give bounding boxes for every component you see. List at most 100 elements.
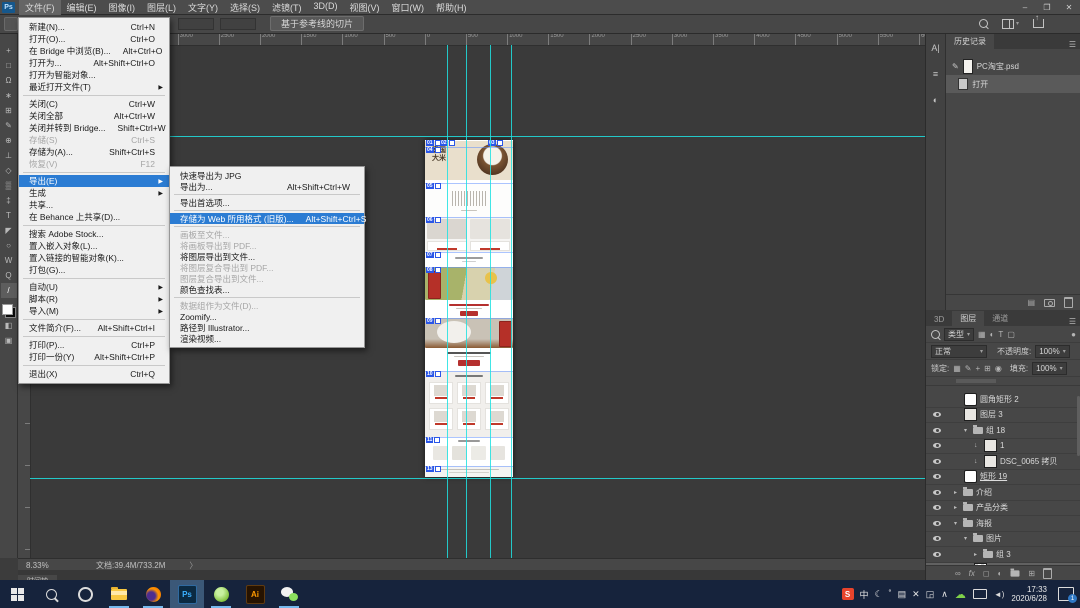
filter-toggle-icon[interactable]: ● xyxy=(1071,330,1076,339)
workspace-icon[interactable] xyxy=(1002,19,1014,29)
visibility-cell[interactable] xyxy=(930,443,944,448)
menu-item[interactable]: 导出(E)▶ xyxy=(19,175,169,187)
visibility-cell[interactable] xyxy=(930,412,944,417)
layer-thumbnail[interactable] xyxy=(984,439,997,452)
eye-icon[interactable] xyxy=(933,490,941,495)
eye-icon[interactable] xyxy=(933,459,941,464)
history-brush-icon[interactable]: ✎ xyxy=(952,62,959,71)
expand-arrow-icon[interactable]: ▾ xyxy=(964,427,970,434)
menu-item[interactable]: 打印(P)...Ctrl+P xyxy=(19,339,169,351)
move-tool[interactable]: + xyxy=(1,43,17,58)
sogou-icon[interactable]: S xyxy=(842,588,854,600)
menubar-item[interactable]: 文字(Y) xyxy=(182,0,224,15)
adjustment-layer-icon[interactable]: ◐ xyxy=(998,569,1003,578)
cloud-sync-icon[interactable]: ☁ xyxy=(955,588,966,601)
layer-mask-icon[interactable]: ◻ xyxy=(983,569,990,578)
wechat-icon[interactable] xyxy=(272,580,306,608)
menu-item[interactable]: 新建(N)...Ctrl+N xyxy=(19,21,169,33)
layer-row[interactable]: ▾组 18 xyxy=(926,423,1080,439)
menubar-item[interactable]: 滤镜(T) xyxy=(266,0,308,15)
layer-row[interactable]: ↓1 xyxy=(926,439,1080,455)
menu-item[interactable]: 存储为(A)...Shift+Ctrl+S xyxy=(19,146,169,158)
menu-item[interactable]: 关闭(C)Ctrl+W xyxy=(19,98,169,110)
visibility-cell[interactable] xyxy=(930,521,944,526)
menu-item[interactable]: 导出为...Alt+Shift+Ctrl+W xyxy=(170,181,364,192)
visibility-cell[interactable] xyxy=(930,474,944,479)
close-button[interactable]: ✕ xyxy=(1058,3,1080,12)
menu-item[interactable]: 置入链接的智能对象(K)... xyxy=(19,252,169,264)
visibility-cell[interactable] xyxy=(930,505,944,510)
menu-item[interactable]: 导入(M)▶ xyxy=(19,305,169,317)
menu-item[interactable]: 导出首选项... xyxy=(170,197,364,208)
fill-select[interactable]: 100%▾ xyxy=(1032,362,1066,375)
menu-item[interactable]: 搜索 Adobe Stock... xyxy=(19,228,169,240)
layer-row[interactable]: ▾图片 xyxy=(926,532,1080,548)
visibility-cell[interactable] xyxy=(930,536,944,541)
tool-icon[interactable]: ✕ xyxy=(912,589,920,600)
eye-icon[interactable] xyxy=(933,474,941,479)
expand-arrow-icon[interactable]: ▾ xyxy=(964,535,970,542)
filter-pixel-icon[interactable]: ▦ xyxy=(978,330,986,339)
guide-vertical[interactable] xyxy=(466,45,467,558)
guide-vertical[interactable] xyxy=(511,45,512,558)
network-icon[interactable] xyxy=(973,589,987,599)
zoom-tool[interactable]: Q xyxy=(1,268,17,283)
brush-tool[interactable]: ✎ xyxy=(1,118,17,133)
night-mode-icon[interactable]: ☾ xyxy=(875,589,883,600)
layer-row[interactable]: ▸产品分类 xyxy=(926,501,1080,517)
layer-row[interactable]: ▸介绍 xyxy=(926,485,1080,501)
type-tool[interactable]: T xyxy=(1,208,17,223)
menu-item[interactable]: 颜色查找表... xyxy=(170,284,364,295)
browser-360-icon[interactable] xyxy=(204,580,238,608)
expand-arrow-icon[interactable]: ▾ xyxy=(954,520,960,527)
layer-row[interactable]: 图层 3 xyxy=(926,408,1080,424)
notification-center-icon[interactable]: 1 xyxy=(1058,587,1074,601)
visibility-cell[interactable] xyxy=(930,459,944,464)
menu-item[interactable]: 将图层导出到文件... xyxy=(170,251,364,262)
filter-adjustment-icon[interactable]: ◐ xyxy=(990,330,995,339)
lock-transparent-icon[interactable]: ▦ xyxy=(953,364,961,373)
shape-thumbnail[interactable] xyxy=(964,393,977,406)
menubar-item[interactable]: 窗口(W) xyxy=(386,0,431,15)
menu-item[interactable]: 置入嵌入对象(L)... xyxy=(19,240,169,252)
slice-badge[interactable]: 10 xyxy=(426,371,441,377)
minimize-button[interactable]: – xyxy=(1014,3,1036,12)
status-chevron-icon[interactable]: 〉 xyxy=(189,560,197,571)
edit-icon[interactable]: ◲ xyxy=(926,589,935,600)
visibility-cell[interactable] xyxy=(930,428,944,433)
guide-vertical[interactable] xyxy=(447,45,448,558)
foreground-color-swatch[interactable] xyxy=(2,304,13,315)
visibility-cell[interactable] xyxy=(930,490,944,495)
path-select-tool[interactable]: ◤ xyxy=(1,223,17,238)
layer-style-icon[interactable]: fx xyxy=(969,569,975,578)
delete-state-icon[interactable] xyxy=(1064,297,1073,308)
eye-icon[interactable] xyxy=(933,443,941,448)
layer-row[interactable]: ↓DSC_0065 拷贝 xyxy=(926,454,1080,470)
menu-item[interactable]: 打包(G)... xyxy=(19,264,169,276)
menu-item[interactable]: 关闭并转到 Bridge...Shift+Ctrl+W xyxy=(19,122,169,134)
slices-from-guides-button[interactable]: 基于参考线的切片 xyxy=(270,16,364,31)
lasso-tool[interactable]: Ω xyxy=(1,73,17,88)
delete-layer-icon[interactable] xyxy=(1043,568,1052,579)
eye-icon[interactable] xyxy=(933,536,941,541)
keyboard-icon[interactable]: ▤ xyxy=(898,589,907,600)
layer-thumbnail[interactable] xyxy=(964,408,977,421)
clone-stamp-tool[interactable]: ⊥ xyxy=(1,148,17,163)
shape-tool[interactable]: ○ xyxy=(1,238,17,253)
photoshop-icon[interactable]: Ps xyxy=(170,580,204,608)
menubar-item[interactable]: 选择(S) xyxy=(224,0,266,15)
lock-artboard-icon[interactable]: ⊞ xyxy=(984,364,991,373)
start-button[interactable] xyxy=(0,580,34,608)
collapse-arrow-icon[interactable]: ▸ xyxy=(954,489,960,496)
ime-chinese-indicator[interactable]: 中 xyxy=(860,588,869,601)
active-tool-icon[interactable] xyxy=(4,17,18,31)
eye-icon[interactable] xyxy=(933,428,941,433)
volume-icon[interactable]: ◄) xyxy=(994,590,1005,599)
slice-badge[interactable]: 04 xyxy=(426,147,441,153)
eye-icon[interactable] xyxy=(933,505,941,510)
menu-item[interactable]: 打开为...Alt+Shift+Ctrl+O xyxy=(19,57,169,69)
slice-badge[interactable]: 11 xyxy=(426,437,440,443)
clock[interactable]: 17:33 2020/6/28 xyxy=(1011,585,1047,603)
collapse-arrow-icon[interactable]: ▸ xyxy=(974,551,980,558)
menubar-item[interactable]: 视图(V) xyxy=(344,0,386,15)
